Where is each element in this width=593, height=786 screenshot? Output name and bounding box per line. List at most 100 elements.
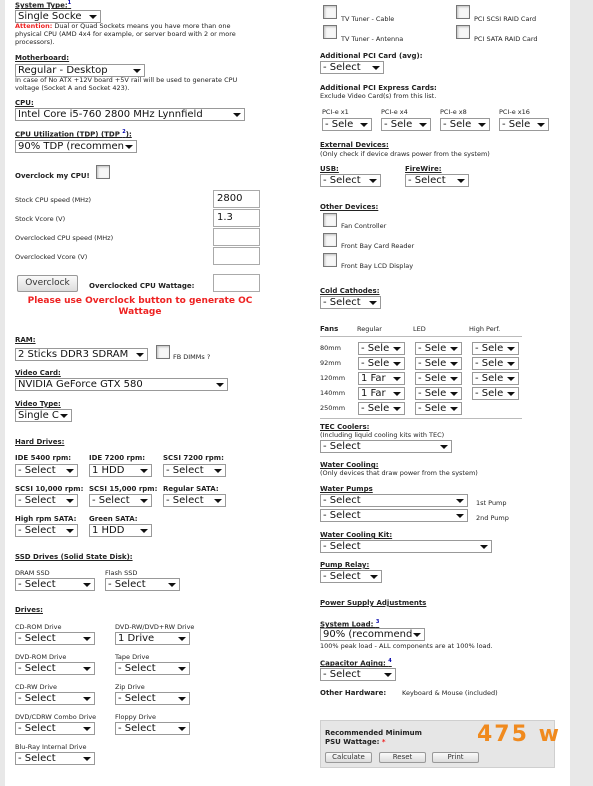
system-load-note: 100% peak load - ALL components are at 1… <box>320 642 493 650</box>
oc-vcore-input[interactable] <box>213 247 260 265</box>
chevron-down-icon <box>450 392 458 396</box>
ide7200-select[interactable]: 1 HDD <box>89 464 152 477</box>
pcie-x16-select[interactable]: - Sele <box>499 118 549 131</box>
chevron-down-icon <box>83 667 91 671</box>
pcie-x1-select[interactable]: - Sele <box>322 118 372 131</box>
floppy-select[interactable]: - Select <box>115 722 190 735</box>
tv-antenna-label: TV Tuner - Antenna <box>341 35 404 43</box>
fan-led-select[interactable]: - Sele <box>415 357 462 370</box>
water-cooling-label: Water Cooling: <box>320 461 379 469</box>
fan-regular-select[interactable]: - Sele <box>358 342 405 355</box>
stock-speed-input[interactable]: 2800 <box>213 190 260 208</box>
greensata-select[interactable]: 1 HDD <box>89 524 152 537</box>
usb-select[interactable]: - Select <box>320 174 381 187</box>
video-type-select[interactable]: Single C <box>15 409 72 422</box>
fan-led-select[interactable]: - Sele <box>415 372 462 385</box>
ide5400-select[interactable]: - Select <box>15 464 78 477</box>
calculate-button[interactable]: Calculate <box>325 752 372 763</box>
system-load-select[interactable]: 90% (recommend <box>320 628 425 641</box>
oc-speed-input[interactable] <box>213 228 260 246</box>
greensata-label: Green SATA: <box>89 515 138 523</box>
fan-regular-select[interactable]: - Sele <box>358 402 405 415</box>
cpu-select[interactable]: Intel Core i5-760 2800 MHz Lynnfield <box>15 108 245 121</box>
regsata-select[interactable]: - Select <box>163 494 226 507</box>
pcie-x4-select[interactable]: - Sele <box>381 118 431 131</box>
oc-wattage-input[interactable] <box>213 274 260 292</box>
scsi10000-select[interactable]: - Select <box>15 494 78 507</box>
print-button[interactable]: Print <box>432 752 479 763</box>
ram-select[interactable]: 2 Sticks DDR3 SDRAM <box>15 348 148 361</box>
chevron-down-icon <box>66 469 74 473</box>
dvdrom-label: DVD-ROM Drive <box>15 653 67 661</box>
pump2-label: 2nd Pump <box>476 514 509 522</box>
overclock-checkbox[interactable] <box>96 165 110 179</box>
fan-controller-checkbox[interactable] <box>323 213 337 227</box>
pump1-select[interactable]: - Select <box>320 494 468 507</box>
video-card-select[interactable]: NVIDIA GeForce GTX 580 <box>15 378 228 391</box>
tv-cable-checkbox[interactable] <box>323 5 337 19</box>
fan-regular-select[interactable]: 1 Far <box>358 372 405 385</box>
fb-dimms-checkbox[interactable] <box>156 345 170 359</box>
fan-led-select[interactable]: - Sele <box>415 387 462 400</box>
stock-vcore-input[interactable]: 1.3 <box>213 209 260 227</box>
chevron-down-icon <box>450 362 458 366</box>
card-reader-checkbox[interactable] <box>323 233 337 247</box>
tape-select[interactable]: - Select <box>115 662 190 675</box>
pci-select[interactable]: - Select <box>320 61 384 74</box>
psu-wattage-value: 475 w <box>477 722 561 747</box>
reset-button[interactable]: Reset <box>379 752 426 763</box>
fan-high-select[interactable]: - Sele <box>472 372 519 385</box>
pump2-select[interactable]: - Select <box>320 509 468 522</box>
dvdrom-select[interactable]: - Select <box>15 662 95 675</box>
tec-note: (Including liquid cooling kits with TEC) <box>320 431 445 439</box>
chevron-down-icon <box>140 469 148 473</box>
fan-regular-select[interactable]: - Sele <box>358 357 405 370</box>
oc-vcore-label: Overclocked Vcore (V) <box>15 253 88 261</box>
cdrw-select[interactable]: - Select <box>15 692 95 705</box>
fan-high-select[interactable]: - Sele <box>472 357 519 370</box>
scsi15000-label: SCSI 15,000 rpm: <box>89 485 158 493</box>
tec-select[interactable]: - Select <box>320 440 452 453</box>
pci-sata-raid-checkbox[interactable] <box>456 25 470 39</box>
highsata-select[interactable]: - Select <box>15 524 78 537</box>
zip-label: Zip Drive <box>115 683 145 691</box>
chevron-down-icon <box>214 499 222 503</box>
chevron-down-icon <box>83 637 91 641</box>
chevron-down-icon <box>136 353 144 357</box>
floppy-label: Floppy Drive <box>115 713 157 721</box>
flash-ssd-select[interactable]: - Select <box>105 578 180 591</box>
video-card-label: Video Card: <box>15 369 61 377</box>
cdrom-select[interactable]: - Select <box>15 632 95 645</box>
chevron-down-icon <box>413 633 421 637</box>
flash-ssd-label: Flash SSD <box>105 569 138 577</box>
bluray-select[interactable]: - Select <box>15 752 95 765</box>
firewire-select[interactable]: - Select <box>405 174 469 187</box>
cap-aging-select[interactable]: - Select <box>320 668 396 681</box>
scsi7200-select[interactable]: - Select <box>163 464 226 477</box>
card-reader-label: Front Bay Card Reader <box>341 242 415 250</box>
cpu-util-select[interactable]: 90% TDP (recommen <box>15 140 137 153</box>
wc-kit-select[interactable]: - Select <box>320 540 492 553</box>
tv-antenna-checkbox[interactable] <box>323 25 337 39</box>
pci-scsi-raid-checkbox[interactable] <box>456 5 470 19</box>
combo-select[interactable]: - Select <box>15 722 95 735</box>
dvdrw-select[interactable]: 1 Drive <box>115 632 190 645</box>
pcie-x8-select[interactable]: - Sele <box>440 118 490 131</box>
overclock-button[interactable]: Overclock <box>17 275 78 292</box>
fan-high-select[interactable]: - Sele <box>472 342 519 355</box>
system-type-label: System Type:1 <box>15 0 72 10</box>
attention-note: Attention: Dual or Quad Sockets means yo… <box>15 22 236 46</box>
pump-relay-select[interactable]: - Select <box>320 570 382 583</box>
chevron-down-icon <box>369 179 377 183</box>
fan-high-select[interactable]: - Sele <box>472 387 519 400</box>
fan-led-select[interactable]: - Sele <box>415 342 462 355</box>
fan-led-select[interactable]: - Sele <box>415 402 462 415</box>
lcd-display-checkbox[interactable] <box>323 253 337 267</box>
dram-ssd-select[interactable]: - Select <box>15 578 95 591</box>
scsi15000-select[interactable]: - Select <box>89 494 152 507</box>
zip-select[interactable]: - Select <box>115 692 190 705</box>
chevron-down-icon <box>507 347 515 351</box>
chevron-down-icon <box>456 514 464 518</box>
fan-regular-select[interactable]: 1 Far <box>358 387 405 400</box>
cold-cathodes-select[interactable]: - Select <box>320 296 381 309</box>
